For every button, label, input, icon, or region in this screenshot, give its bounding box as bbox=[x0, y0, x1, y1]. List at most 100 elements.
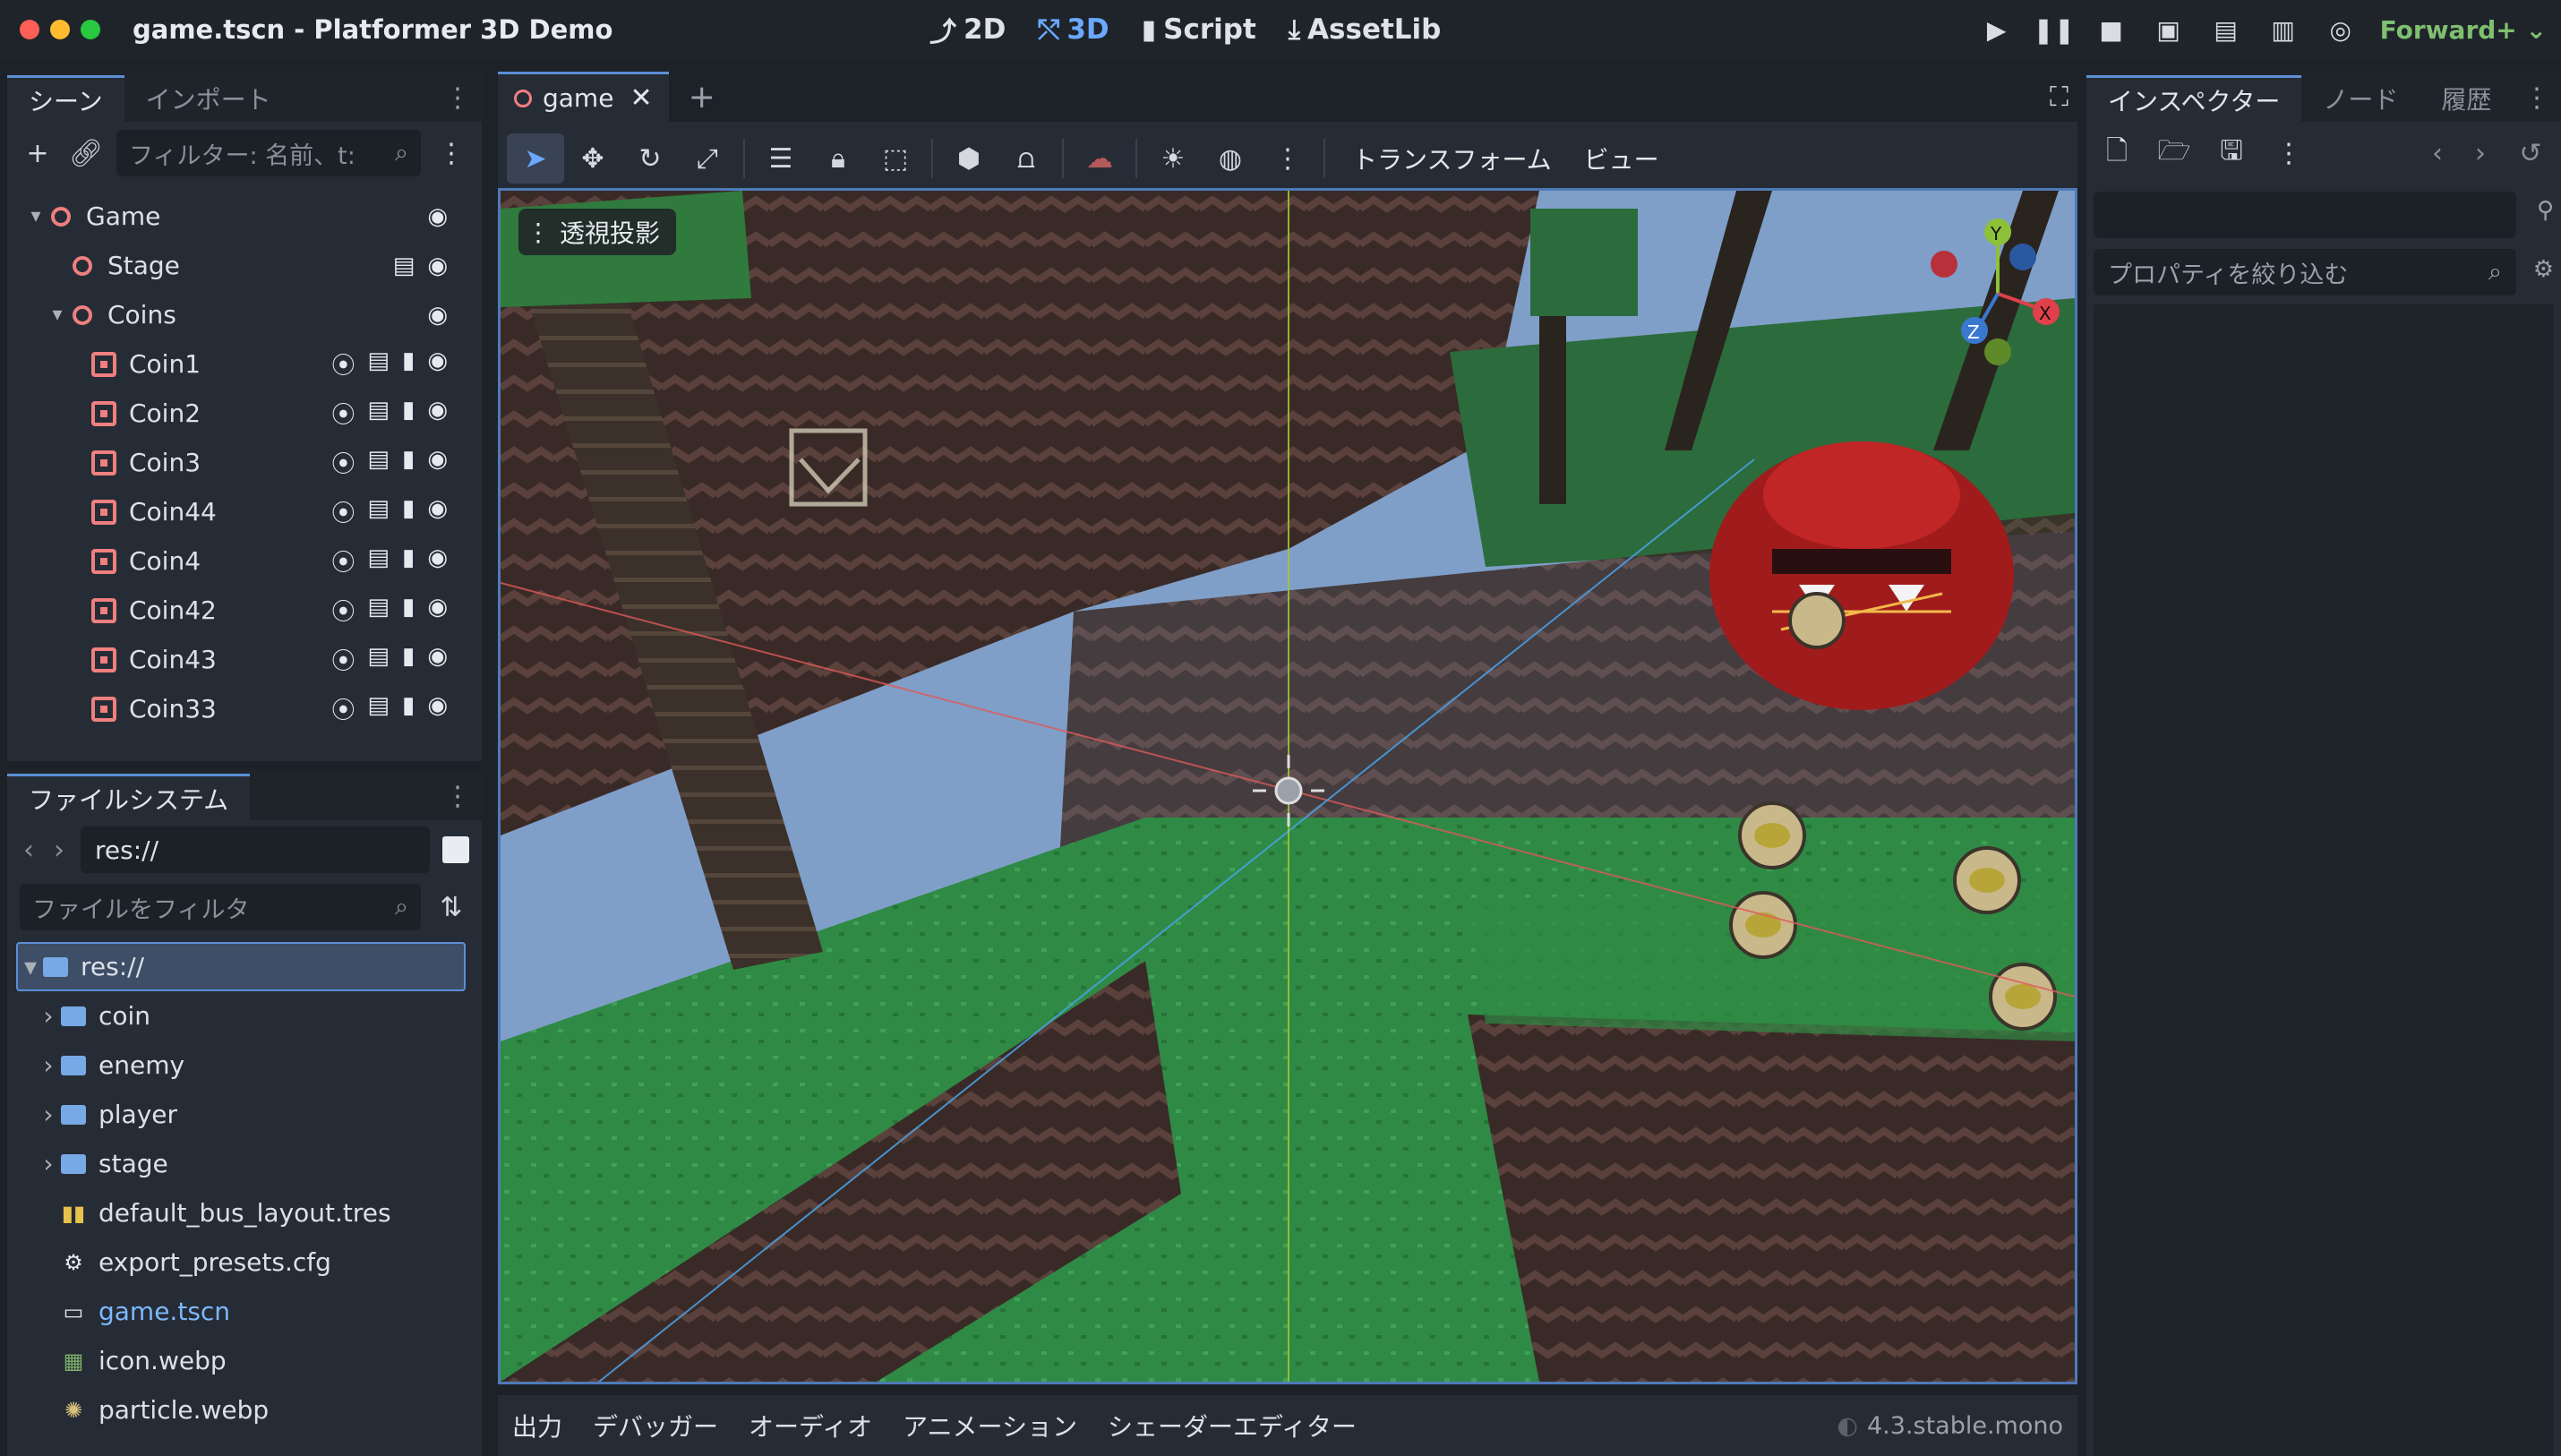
expand-arrow-icon[interactable]: › bbox=[36, 1050, 61, 1080]
scene-tree-row[interactable]: Coin3 ⦿ ▤ ▮ ◉ bbox=[7, 438, 482, 487]
view-menu[interactable]: ビュー bbox=[1584, 141, 1659, 176]
expand-arrow-icon[interactable]: › bbox=[36, 1149, 61, 1178]
eye-icon[interactable]: ◉ bbox=[427, 643, 448, 676]
clapper-icon[interactable]: ▤ bbox=[367, 692, 390, 722]
clapper-icon[interactable]: ▤ bbox=[367, 446, 390, 479]
tab-history[interactable]: 履歴 bbox=[2420, 75, 2513, 122]
property-settings-icon[interactable]: ⚙ bbox=[2533, 256, 2554, 283]
file-tree-row[interactable]: ▾ res:// bbox=[16, 942, 466, 991]
scene-tree-row[interactable]: Coin2 ⦿ ▤ ▮ ◉ bbox=[7, 389, 482, 438]
expand-arrow-icon[interactable]: › bbox=[36, 1100, 61, 1129]
history-back-icon[interactable]: ‹ bbox=[2427, 138, 2448, 169]
snap-icon[interactable]: ⩍ bbox=[998, 133, 1055, 184]
scene-tree-row[interactable]: Coin33 ⦿ ▤ ▮ ◉ bbox=[7, 684, 482, 722]
pause-icon[interactable]: ❚❚ bbox=[2026, 15, 2083, 45]
forward-icon[interactable]: › bbox=[50, 835, 68, 866]
scene-filter-input[interactable]: フィルター: 名前、t: ⌕ bbox=[116, 130, 421, 176]
doc-icon[interactable]: ⚲ bbox=[2537, 197, 2554, 224]
eye-icon[interactable]: ◉ bbox=[427, 544, 448, 578]
rotate-tool-icon[interactable]: ↻ bbox=[621, 133, 679, 184]
remote-debug-icon[interactable]: ▣ bbox=[2140, 15, 2197, 45]
save-icon[interactable]: 🖫︎ bbox=[2214, 131, 2249, 176]
scene-tree-row[interactable]: ▾ Coins ◉ bbox=[7, 290, 482, 339]
expand-arrow-icon[interactable]: ▾ bbox=[45, 304, 70, 326]
add-scene-tab-button[interactable]: + bbox=[689, 79, 715, 116]
mode-script-button[interactable]: ▮ Script bbox=[1142, 10, 1256, 49]
play-custom-scene-icon[interactable]: ▥ bbox=[2255, 15, 2312, 45]
scene-tree-row[interactable]: Coin44 ⦿ ▤ ▮ ◉ bbox=[7, 487, 482, 536]
script-icon[interactable]: ▮ bbox=[402, 643, 415, 676]
play-scene-icon[interactable]: ▤ bbox=[2197, 15, 2255, 45]
close-window-button[interactable] bbox=[20, 20, 39, 39]
scene-tree-row[interactable]: Coin42 ⦿ ▤ ▮ ◉ bbox=[7, 586, 482, 635]
scene-tree-row[interactable]: ▾ Game ◉ bbox=[7, 192, 482, 241]
group-icon[interactable]: ⬚ bbox=[867, 133, 924, 184]
new-resource-icon[interactable]: 🗋︎ bbox=[2099, 131, 2135, 176]
script-icon[interactable]: ▮ bbox=[402, 544, 415, 578]
script-icon[interactable]: ▮ bbox=[402, 347, 415, 381]
stop-icon[interactable]: ■ bbox=[2083, 15, 2140, 45]
file-tree-row[interactable]: › player bbox=[16, 1090, 466, 1139]
eye-icon[interactable]: ◉ bbox=[427, 253, 448, 279]
tab-node[interactable]: ノード bbox=[2301, 75, 2420, 122]
eye-icon[interactable]: ◉ bbox=[427, 446, 448, 479]
minimize-window-button[interactable] bbox=[50, 20, 70, 39]
perspective-menu[interactable]: ⋮ 透視投影 bbox=[518, 209, 677, 255]
tab-import[interactable]: インポート bbox=[124, 75, 293, 122]
play-icon[interactable]: ▶ bbox=[1968, 15, 2026, 45]
clapper-icon[interactable]: ▤ bbox=[367, 347, 390, 381]
eye-icon[interactable]: ◉ bbox=[427, 594, 448, 627]
dock-menu-icon[interactable]: ⋮ bbox=[2523, 82, 2550, 114]
lock-icon[interactable]: 🔒︎ bbox=[809, 133, 867, 184]
scale-tool-icon[interactable]: ⤢ bbox=[679, 133, 736, 184]
file-tree-row[interactable]: › coin bbox=[16, 991, 466, 1041]
tab-output[interactable]: 出力 bbox=[512, 1408, 562, 1443]
eye-icon[interactable]: ◉ bbox=[427, 397, 448, 430]
clapper-icon[interactable]: ▤ bbox=[367, 594, 390, 627]
property-filter-input[interactable]: プロパティを絞り込む ⌕ bbox=[2094, 249, 2516, 295]
tab-filesystem[interactable]: ファイルシステム bbox=[7, 774, 251, 820]
file-tree-row[interactable]: ✺ particle.webp bbox=[16, 1385, 466, 1435]
eye-icon[interactable]: ◉ bbox=[427, 203, 448, 230]
transform-menu[interactable]: トランスフォーム bbox=[1352, 141, 1552, 176]
clapper-icon[interactable]: ▤ bbox=[367, 495, 390, 528]
sun-icon[interactable]: ☀ bbox=[1144, 133, 1202, 184]
signals-icon[interactable]: ⦿ bbox=[331, 692, 355, 722]
script-icon[interactable]: ▮ bbox=[402, 594, 415, 627]
expand-arrow-icon[interactable]: ▾ bbox=[23, 205, 48, 227]
eye-icon[interactable]: ◉ bbox=[427, 495, 448, 528]
scene-tab-game[interactable]: game ✕ bbox=[498, 72, 669, 122]
movie-maker-icon[interactable]: ◎ bbox=[2312, 15, 2369, 45]
file-tree-row[interactable]: › stage bbox=[16, 1139, 466, 1188]
clapper-icon[interactable]: ▤ bbox=[367, 643, 390, 676]
file-tree-row[interactable]: › enemy bbox=[16, 1041, 466, 1090]
sort-icon[interactable]: ⇅ bbox=[433, 892, 469, 923]
toggle-split-icon[interactable] bbox=[442, 836, 469, 863]
tab-audio[interactable]: オーディオ bbox=[749, 1408, 872, 1443]
file-tree-row[interactable]: ▦ icon.webp bbox=[16, 1336, 466, 1385]
open-folder-icon[interactable]: 🗁︎ bbox=[2156, 131, 2192, 176]
history-forward-icon[interactable]: › bbox=[2470, 138, 2491, 169]
scene-tree-row[interactable]: Coin4 ⦿ ▤ ▮ ◉ bbox=[7, 536, 482, 586]
signals-icon[interactable]: ⦿ bbox=[331, 594, 355, 627]
renderer-select[interactable]: Forward+ ⌄ bbox=[2380, 15, 2547, 45]
eye-icon[interactable]: ◉ bbox=[427, 347, 448, 381]
script-icon[interactable]: ▮ bbox=[402, 397, 415, 430]
close-icon[interactable]: ✕ bbox=[630, 82, 652, 114]
tab-debugger[interactable]: デバッガー bbox=[593, 1408, 718, 1443]
mode-2d-button[interactable]: ⤴ 2D bbox=[929, 10, 1006, 49]
file-tree-row[interactable]: ▭ game.tscn bbox=[16, 1287, 466, 1336]
list-select-icon[interactable]: ☰ bbox=[752, 133, 809, 184]
preview-sun-icon[interactable]: ☁ bbox=[1071, 133, 1128, 184]
scene-tree-row[interactable]: Coin1 ⦿ ▤ ▮ ◉ bbox=[7, 339, 482, 389]
link-icon[interactable]: 🔗︎ bbox=[68, 138, 104, 169]
back-icon[interactable]: ‹ bbox=[20, 835, 38, 866]
distraction-free-icon[interactable]: ⛶ bbox=[2050, 81, 2068, 113]
clapper-icon[interactable]: ▤ bbox=[393, 253, 415, 279]
mode-3d-button[interactable]: ⤲ 3D bbox=[1038, 10, 1109, 49]
file-filter-input[interactable]: ファイルをフィルタ ⌕ bbox=[20, 884, 421, 930]
signals-icon[interactable]: ⦿ bbox=[331, 397, 355, 430]
scene-tree-row[interactable]: Coin43 ⦿ ▤ ▮ ◉ bbox=[7, 635, 482, 684]
object-history-icon[interactable]: ↺ bbox=[2513, 138, 2548, 169]
file-tree-row[interactable]: ⚙ export_presets.cfg bbox=[16, 1238, 466, 1287]
